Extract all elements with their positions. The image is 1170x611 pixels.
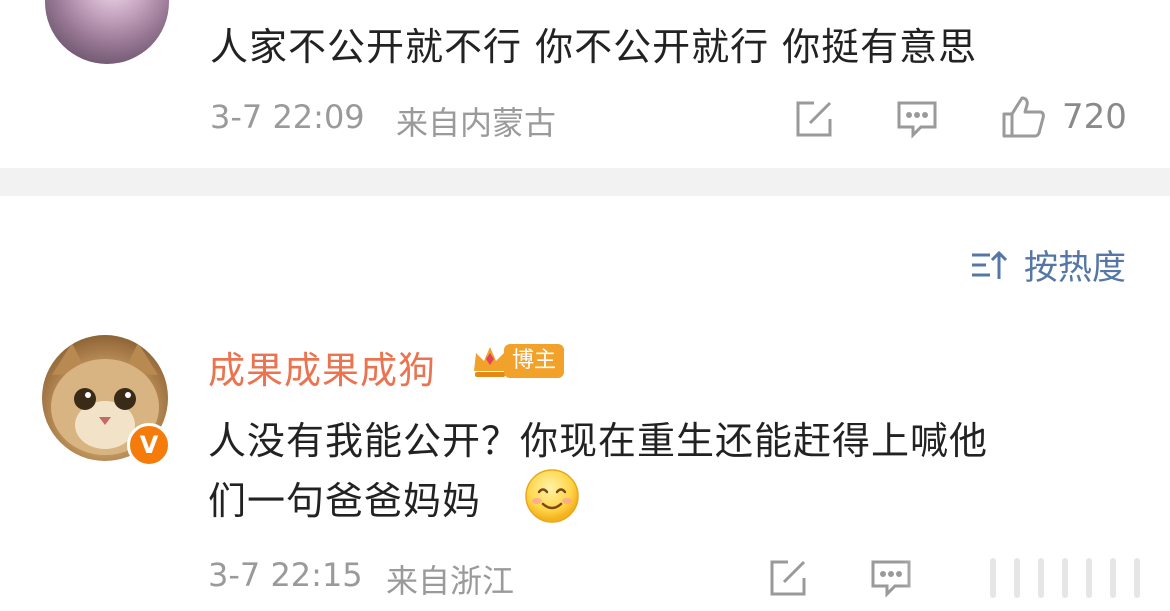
verified-badge: V: [127, 423, 171, 467]
sort-button[interactable]: 按热度: [970, 240, 1126, 289]
comment-text: 人家不公开就不行 你不公开就行 你挺有意思: [210, 25, 978, 69]
comment-text: 们一句爸爸妈妈: [208, 479, 482, 523]
like-icon[interactable]: [1000, 94, 1046, 140]
sort-icon: [970, 245, 1010, 285]
username[interactable]: 成果成果成狗: [208, 340, 436, 394]
like-count: 720: [1062, 97, 1127, 137]
comment-text: 人没有我能公开？你现在重生还能赶得上喊他: [208, 419, 989, 463]
repost-icon[interactable]: [792, 97, 836, 141]
comment-location: 来自内蒙古: [396, 104, 557, 142]
author-badge: 博主: [470, 343, 565, 379]
repost-icon[interactable]: [766, 556, 810, 600]
watermark: [900, 548, 1170, 611]
sort-label: 按热度: [1024, 248, 1126, 288]
section-divider: [0, 168, 1170, 196]
comment-time: 3-7 22:09: [210, 98, 365, 136]
comment-time: 3-7 22:15: [208, 556, 363, 594]
badge-label: 博主: [504, 344, 565, 378]
comment-icon[interactable]: [895, 97, 939, 141]
comment-location: 来自浙江: [386, 562, 515, 600]
smile-emoji-icon: [524, 468, 580, 524]
avatar[interactable]: [45, 0, 169, 64]
